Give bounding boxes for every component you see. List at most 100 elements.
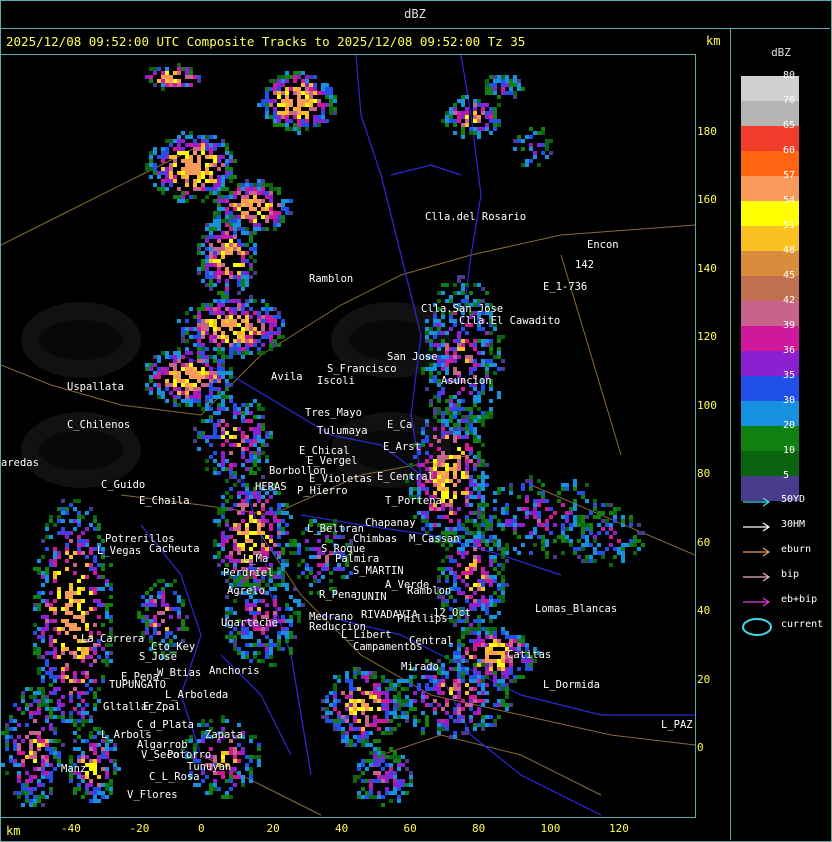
echo-cell [221, 419, 225, 423]
echo-cell [481, 479, 485, 483]
echo-cell [49, 699, 53, 703]
echo-cell [369, 671, 373, 675]
echo-cell [345, 671, 349, 675]
echo-cell [165, 351, 169, 355]
echo-cell [233, 347, 237, 351]
echo-cell [237, 523, 241, 527]
echo-cell [365, 715, 369, 719]
echo-cell [357, 699, 361, 703]
echo-cell [41, 771, 45, 775]
echo-cell [229, 787, 233, 791]
echo-cell [473, 535, 477, 539]
echo-cell [345, 739, 349, 743]
echo-cell [225, 315, 229, 319]
echo-cell [209, 787, 213, 791]
echo-cell [489, 331, 493, 335]
echo-cell [257, 527, 261, 531]
echo-cell [205, 179, 209, 183]
echo-cell [237, 279, 241, 283]
echo-cell [469, 431, 473, 435]
echo-cell [17, 795, 21, 799]
echo-cell [93, 659, 97, 663]
echo-cell [345, 695, 349, 699]
window-title: dBZ [0, 0, 830, 29]
echo-cell [461, 291, 465, 295]
radar-map[interactable]: Clla.del Rosario Encon 142 E_1-736 Ramblon Cl… [0, 54, 696, 818]
echo-cell [321, 87, 325, 91]
echo-cell [277, 87, 281, 91]
echo-cell [189, 735, 193, 739]
echo-cell [41, 679, 45, 683]
echo-cell [449, 319, 453, 323]
echo-cell [245, 407, 249, 411]
echo-cell [245, 631, 249, 635]
echo-cell [45, 627, 49, 631]
echo-cell [265, 111, 269, 115]
echo-cell [425, 339, 429, 343]
echo-cell [37, 731, 41, 735]
echo-cell [305, 111, 309, 115]
echo-cell [101, 623, 105, 627]
echo-cell [225, 223, 229, 227]
echo-cell [53, 727, 57, 731]
echo-cell [233, 547, 237, 551]
echo-cell [253, 463, 257, 467]
echo-cell [473, 567, 477, 571]
echo-cell [157, 395, 161, 399]
echo-cell [473, 463, 477, 467]
echo-cell [189, 167, 193, 171]
echo-cell [265, 511, 269, 515]
echo-cell [465, 355, 469, 359]
echo-cell [81, 795, 85, 799]
echo-cell [265, 215, 269, 219]
echo-cell [289, 631, 293, 635]
echo-cell [141, 603, 145, 607]
echo-cell [249, 547, 253, 551]
echo-cell [173, 607, 177, 611]
echo-cell [485, 331, 489, 335]
echo-cell [157, 171, 161, 175]
echo-cell [373, 699, 377, 703]
echo-cell [501, 595, 505, 599]
echo-cell [285, 103, 289, 107]
echo-cell [257, 495, 261, 499]
echo-cell [437, 575, 441, 579]
echo-cell [461, 543, 465, 547]
echo-cell [233, 463, 237, 467]
echo-cell [109, 747, 113, 751]
echo-cell [377, 695, 381, 699]
echo-cell [257, 199, 261, 203]
echo-cell [249, 267, 253, 271]
echo-cell [109, 615, 113, 619]
echo-cell [89, 763, 93, 767]
echo-cell [153, 67, 157, 71]
echo-cell [173, 383, 177, 387]
echo-cell [213, 371, 217, 375]
echo-cell [33, 607, 37, 611]
echo-cell [197, 355, 201, 359]
echo-cell [29, 779, 33, 783]
echo-cell [165, 83, 169, 87]
echo-cell [185, 327, 189, 331]
echo-cell [249, 767, 253, 771]
echo-cell [225, 635, 229, 639]
echo-cell [57, 587, 61, 591]
echo-cell [213, 159, 217, 163]
echo-cell [425, 511, 429, 515]
echo-cell [37, 707, 41, 711]
echo-cell [253, 431, 257, 435]
echo-cell [57, 551, 61, 555]
echo-cell [53, 667, 57, 671]
echo-cell [281, 631, 285, 635]
echo-cell [57, 591, 61, 595]
echo-cell [81, 599, 85, 603]
echo-cell [205, 139, 209, 143]
echo-cell [189, 83, 193, 87]
echo-cell [217, 379, 221, 383]
echo-cell [465, 495, 469, 499]
echo-cell [233, 599, 237, 603]
echo-cell [53, 563, 57, 567]
echo-cell [269, 495, 273, 499]
echo-cell [441, 343, 445, 347]
echo-cell [185, 135, 189, 139]
